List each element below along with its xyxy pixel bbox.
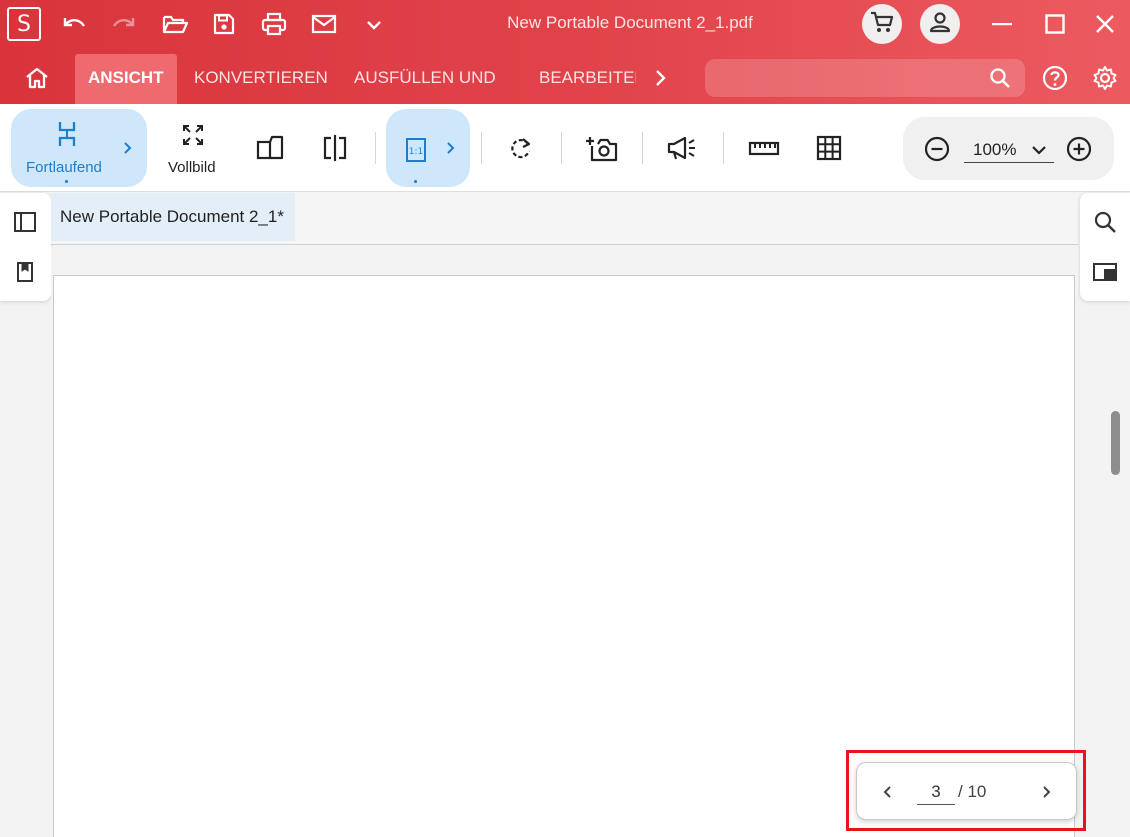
separator [642,132,643,164]
cart-button[interactable] [862,4,902,44]
rotate-icon[interactable] [506,133,536,163]
split-view-icon[interactable] [319,132,351,164]
previous-page-icon[interactable] [877,781,897,803]
chevron-right-icon[interactable] [121,139,135,157]
search-input[interactable] [705,59,1025,97]
panel-toggle-icon[interactable] [1092,259,1118,285]
chevron-right-icon[interactable] [444,139,458,157]
quick-access-bar: S New Portable Document 2_1.pdf [0,0,1130,50]
open-folder-icon[interactable] [159,10,191,38]
app-logo: S [7,7,41,41]
redo-icon[interactable] [108,10,140,38]
read-aloud-icon[interactable] [666,132,700,164]
bookmark-icon[interactable] [13,259,37,285]
document-tab[interactable]: New Portable Document 2_1* [51,193,295,241]
tab-bearbeiten[interactable]: BEARBEITEN [539,54,636,104]
zoom-value: 100% [973,140,1017,159]
zoom-out-icon[interactable] [923,135,951,163]
search-icon[interactable] [1092,209,1118,235]
maximize-icon[interactable] [1041,10,1069,38]
vertical-scrollbar[interactable] [1111,411,1120,475]
continuous-mode-button[interactable]: Fortlaufend [11,109,147,187]
ruler-icon[interactable] [747,134,781,162]
svg-text:1:1: 1:1 [409,147,423,157]
zoom-select[interactable]: 100% [964,135,1054,163]
help-icon[interactable] [1040,63,1070,93]
actual-size-icon: 1:1 [403,135,429,165]
account-button[interactable] [920,4,960,44]
ribbon-tabs: ANSICHT KONVERTIEREN AUSFÜLLEN UND BEARB… [0,52,1130,104]
title-bar: S New Portable Document 2_1.pdf ANSICHT … [0,0,1130,104]
zoom-in-icon[interactable] [1065,135,1093,163]
dropdown-dot [414,180,417,183]
document-tabs: New Portable Document 2_1* [51,193,1078,245]
settings-icon[interactable] [1090,63,1120,93]
continuous-label: Fortlaufend [26,159,102,176]
user-icon [928,10,952,39]
separator [481,132,482,164]
fullscreen-icon [180,122,206,148]
page-total: / 10 [958,782,987,801]
page-navigator: 3 / 10 [856,762,1077,820]
snapshot-icon[interactable] [585,132,619,164]
home-icon[interactable] [22,64,52,92]
page-number-input[interactable]: 3 [917,781,955,805]
continuous-scroll-icon [54,119,80,149]
mail-icon[interactable] [308,10,340,38]
separator [561,132,562,164]
view-toolbar: Fortlaufend Vollbild 1:1 100% [0,104,1130,192]
search-icon [987,66,1013,90]
chevron-down-icon [1029,141,1049,159]
next-page-icon[interactable] [1037,781,1057,803]
tab-ansicht[interactable]: ANSICHT [75,54,177,104]
sidebar-panel-icon[interactable] [12,209,38,235]
save-icon[interactable] [209,10,239,38]
grid-icon[interactable] [813,133,845,163]
fullscreen-button[interactable]: Vollbild [160,109,230,187]
separator [723,132,724,164]
actual-size-button[interactable]: 1:1 [386,109,470,187]
close-icon[interactable] [1091,10,1119,38]
left-panel-rail [0,193,51,301]
chevron-right-icon[interactable] [648,64,672,92]
dropdown-dot [65,180,68,183]
separator [375,132,376,164]
cart-icon [869,10,895,39]
zoom-control: 100% [903,117,1114,180]
undo-icon[interactable] [58,10,90,38]
print-icon[interactable] [258,10,290,38]
tab-konvertieren[interactable]: KONVERTIEREN [194,54,328,104]
fullscreen-label: Vollbild [168,159,216,176]
minimize-icon[interactable] [988,10,1016,38]
right-panel-rail [1080,193,1130,301]
two-page-icon[interactable] [254,132,286,164]
tab-ausfuellen[interactable]: AUSFÜLLEN UND [354,54,496,104]
window-title: New Portable Document 2_1.pdf [507,13,753,32]
chevron-down-icon[interactable] [360,12,388,38]
